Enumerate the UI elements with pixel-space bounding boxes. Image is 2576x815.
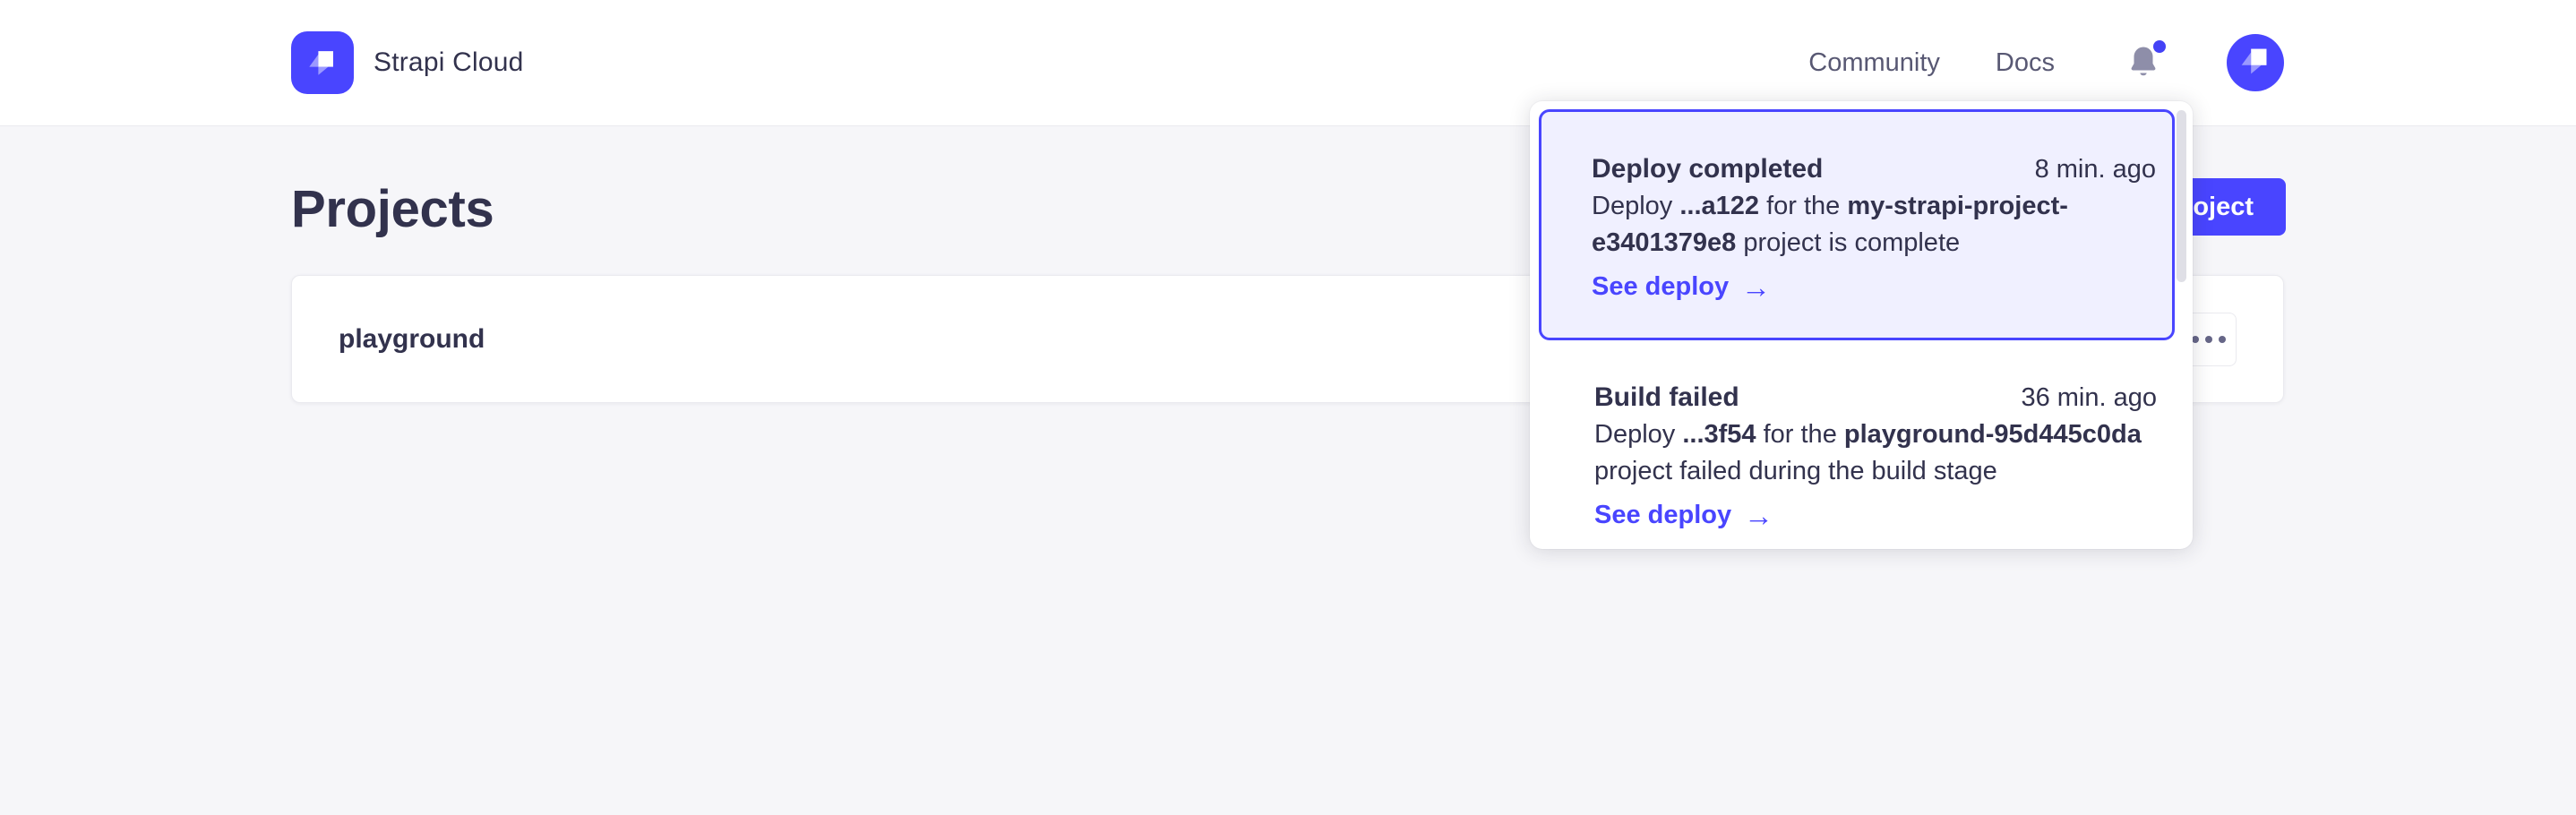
arrow-right-icon: → (1741, 272, 1771, 302)
arrow-right-icon: → (1744, 501, 1773, 530)
see-deploy-link[interactable]: See deploy → (1594, 497, 2157, 533)
nav-link-community[interactable]: Community (1808, 48, 1940, 78)
ellipsis-icon (2192, 336, 2226, 343)
unread-notification-dot (2153, 40, 2166, 53)
notification-head: Build failed 36 min. ago (1594, 380, 2157, 416)
notification-time: 8 min. ago (2035, 151, 2156, 187)
project-name: playground (339, 324, 485, 355)
user-avatar-button[interactable] (2227, 34, 2284, 91)
see-deploy-link[interactable]: See deploy → (1592, 269, 2156, 305)
notification-head: Deploy completed 8 min. ago (1592, 151, 2156, 187)
strapi-logo-icon (291, 31, 354, 94)
notifications-bell-button[interactable] (2123, 40, 2164, 85)
notification-item-deploy-completed[interactable]: Deploy completed 8 min. ago Deploy ...a1… (1539, 109, 2175, 340)
see-deploy-label: See deploy (1594, 497, 1731, 533)
notification-title: Deploy completed (1592, 151, 1823, 187)
notification-time: 36 min. ago (2021, 380, 2157, 416)
notification-title: Build failed (1594, 380, 1739, 416)
notification-body: Deploy ...3f54 for the playground-95d445… (1594, 416, 2157, 490)
header-nav: Community Docs (1808, 34, 2284, 91)
brand-home-link[interactable]: Strapi Cloud (291, 31, 524, 94)
brand-name: Strapi Cloud (374, 47, 524, 78)
notifications-dropdown: Deploy completed 8 min. ago Deploy ...a1… (1530, 101, 2193, 549)
see-deploy-label: See deploy (1592, 269, 1729, 305)
strapi-avatar-icon (2234, 39, 2277, 87)
nav-link-docs[interactable]: Docs (1996, 48, 2055, 78)
dropdown-scrollbar-thumb[interactable] (2177, 110, 2186, 282)
notification-body: Deploy ...a122 for the my-strapi-project… (1592, 188, 2156, 262)
notification-item-build-failed[interactable]: Build failed 36 min. ago Deploy ...3f54 … (1530, 340, 2193, 533)
